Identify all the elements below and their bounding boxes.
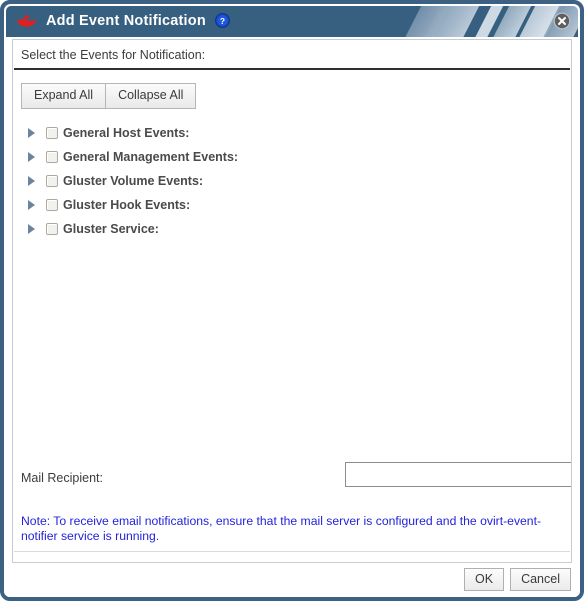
tree-item-label: General Management Events: xyxy=(63,149,239,164)
tree-row[interactable]: Gluster Volume Events: xyxy=(23,169,571,193)
dialog-body: Select the Events for Notification: Expa… xyxy=(4,37,580,597)
dialog-title-bar: Add Event Notification ? xyxy=(4,4,580,37)
note-divider xyxy=(14,551,570,552)
mail-recipient-label: Mail Recipient: xyxy=(21,471,103,485)
tree-item-label: General Host Events: xyxy=(63,125,190,140)
tree-item-checkbox[interactable] xyxy=(46,174,58,187)
chevron-right-icon[interactable] xyxy=(23,223,39,234)
tree-row[interactable]: Gluster Hook Events: xyxy=(23,193,571,217)
tree-item-checkbox[interactable] xyxy=(46,150,58,163)
collapse-all-button[interactable]: Collapse All xyxy=(105,83,197,109)
title-gloss-streak xyxy=(386,4,496,37)
add-event-notification-dialog: Add Event Notification ? Select the Even… xyxy=(0,0,584,601)
redhat-shadowman-icon xyxy=(17,14,36,27)
tree-item-checkbox[interactable] xyxy=(46,222,58,235)
dialog-title: Add Event Notification xyxy=(46,12,206,29)
mail-recipient-input[interactable] xyxy=(345,462,571,487)
tree-item-label: Gluster Volume Events: xyxy=(63,173,204,188)
chevron-right-icon[interactable] xyxy=(23,127,39,138)
tree-row[interactable]: General Management Events: xyxy=(23,145,571,169)
expand-all-button[interactable]: Expand All xyxy=(21,83,106,109)
ok-button[interactable]: OK xyxy=(464,567,505,591)
chevron-right-icon[interactable] xyxy=(23,199,39,210)
mail-recipient-row: Mail Recipient: xyxy=(13,460,571,498)
cancel-button[interactable]: Cancel xyxy=(510,567,571,591)
chevron-right-icon[interactable] xyxy=(23,151,39,162)
title-gloss-streak xyxy=(405,4,466,37)
title-gloss-streak xyxy=(474,4,548,37)
footer-button-group: OK Cancel xyxy=(464,567,571,591)
close-icon[interactable] xyxy=(553,12,571,30)
tree-toolbar: Expand All Collapse All xyxy=(21,83,571,109)
section-divider xyxy=(14,68,570,70)
events-tree: General Host Events: General Management … xyxy=(13,121,571,241)
svg-text:?: ? xyxy=(220,16,225,26)
tree-row[interactable]: General Host Events: xyxy=(23,121,571,145)
tree-item-checkbox[interactable] xyxy=(46,126,58,139)
chevron-right-icon[interactable] xyxy=(23,175,39,186)
events-section-label: Select the Events for Notification: xyxy=(21,48,206,62)
title-gloss-streak xyxy=(456,4,520,37)
tree-item-label: Gluster Service: xyxy=(63,221,159,236)
mail-note-text: Note: To receive email notifications, en… xyxy=(21,514,542,543)
tree-item-label: Gluster Hook Events: xyxy=(63,197,191,212)
help-question-icon[interactable]: ? xyxy=(214,13,230,28)
tree-item-checkbox[interactable] xyxy=(46,198,58,211)
tree-row[interactable]: Gluster Service: xyxy=(23,217,571,241)
content-panel: Select the Events for Notification: Expa… xyxy=(12,39,572,563)
title-bar-left-group: Add Event Notification ? xyxy=(15,4,230,37)
